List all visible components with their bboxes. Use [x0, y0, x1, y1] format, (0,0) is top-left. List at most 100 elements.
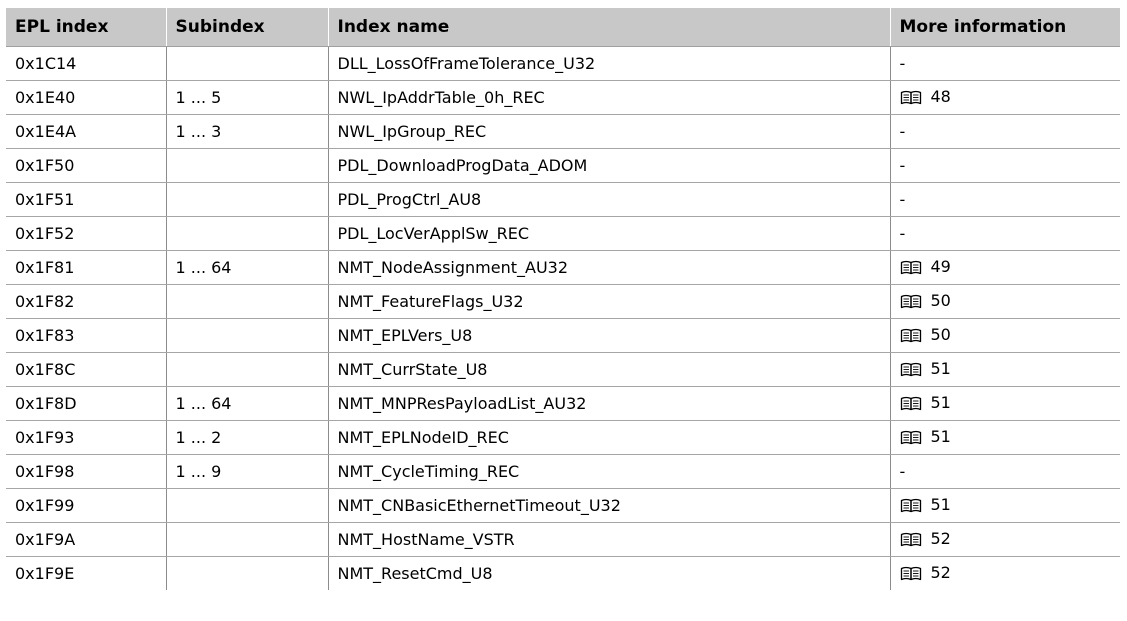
more-information-cell: 52	[889, 522, 1120, 557]
table-row: 0x1F9E NMT_ResetCmd_U8 52	[6, 556, 1120, 590]
epl-index-cell: 0x1C14	[6, 46, 166, 81]
book-icon	[900, 429, 922, 449]
table-row: 0x1F51 PDL_ProgCtrl_AU8-	[6, 182, 1120, 217]
table-row: 0x1F82 NMT_FeatureFlags_U32 50	[6, 284, 1120, 319]
subindex-cell: 1 ... 64	[165, 250, 328, 285]
book-icon	[900, 565, 922, 585]
index-name-cell: NMT_MNPResPayloadList_AU32	[327, 386, 890, 421]
table-row: 0x1F50 PDL_DownloadProgData_ADOM -	[6, 148, 1120, 183]
book-icon	[900, 327, 922, 347]
subindex-cell: 1 ... 64	[165, 386, 328, 421]
more-information-cell: -	[889, 148, 1120, 183]
epl-index-cell: 0x1F83	[6, 318, 166, 353]
book-icon	[900, 497, 922, 517]
epl-index-cell: 0x1F9A	[6, 522, 166, 557]
epl-index-cell: 0x1F99	[6, 488, 166, 523]
table-row: 0x1F52 PDL_LocVerApplSw_REC -	[6, 216, 1120, 251]
table-row: 0x1E4A 1 ... 3 NWL_IpGroup_REC -	[6, 114, 1120, 149]
index-name-cell: NMT_CurrState_U8	[327, 352, 890, 387]
epl-index-cell: 0x1F50	[6, 148, 166, 183]
index-name-cell: DLL_LossOfFrameTolerance_U32	[327, 46, 890, 81]
more-information-cell: 51	[889, 488, 1120, 523]
column-header-subindex: Subindex	[165, 8, 328, 47]
subindex-cell	[165, 216, 328, 251]
more-information-cell: 48	[889, 80, 1120, 115]
table-row: 0x1F81 1 ... 64 NMT_NodeAssignment_AU32 49	[6, 250, 1120, 285]
book-icon	[900, 293, 922, 313]
subindex-cell: 1 ... 5	[165, 80, 328, 115]
index-name-cell: PDL_LocVerApplSw_REC	[327, 216, 890, 251]
no-reference-text: -	[899, 122, 906, 141]
no-reference-text: -	[899, 54, 906, 73]
book-icon	[900, 395, 922, 415]
page-reference[interactable]: 51	[931, 427, 951, 446]
index-name-cell: NWL_IpGroup_REC	[327, 114, 890, 149]
page-reference[interactable]: 51	[931, 359, 951, 378]
subindex-cell	[165, 352, 328, 387]
more-information-cell: 50	[889, 284, 1120, 319]
epl-index-cell: 0x1F98	[6, 454, 166, 489]
page-reference[interactable]: 51	[931, 495, 951, 514]
subindex-cell	[165, 148, 328, 183]
index-name-cell: NMT_CNBasicEthernetTimeout_U32	[327, 488, 890, 523]
subindex-cell: 1 ... 3	[165, 114, 328, 149]
subindex-cell	[165, 46, 328, 81]
table-row: 0x1E40 1 ... 5 NWL_IpAddrTable_0h_REC 48	[6, 80, 1120, 115]
epl-index-cell: 0x1F8C	[6, 352, 166, 387]
more-information-cell: -	[889, 114, 1120, 149]
no-reference-text: -	[899, 224, 906, 243]
subindex-cell	[165, 182, 328, 217]
page-reference[interactable]: 50	[931, 325, 951, 344]
subindex-cell: 1 ... 9	[165, 454, 328, 489]
epl-index-cell: 0x1E40	[6, 80, 166, 115]
epl-index-cell: 0x1E4A	[6, 114, 166, 149]
epl-index-cell: 0x1F8D	[6, 386, 166, 421]
epl-index-cell: 0x1F9E	[15, 564, 75, 583]
index-name-cell: NMT_EPLNodeID_REC	[327, 420, 890, 455]
page-reference[interactable]: 51	[931, 393, 951, 412]
more-information-cell: -	[889, 454, 1120, 489]
subindex-cell: 1 ... 2	[165, 420, 328, 455]
epl-index-table: EPL index Subindex Index name More infor…	[6, 8, 1120, 590]
table-row: 0x1F98 1 ... 9 NMT_CycleTiming_REC -	[6, 454, 1120, 489]
table-row: 0x1F9A NMT_HostName_VSTR 52	[6, 522, 1120, 557]
table-header: EPL index Subindex Index name More infor…	[6, 8, 1120, 47]
index-name-cell: PDL_ProgCtrl_AU8	[327, 182, 890, 217]
header-row: EPL index Subindex Index name More infor…	[6, 8, 1120, 47]
page-reference[interactable]: 49	[931, 257, 951, 276]
index-name-cell: NMT_EPLVers_U8	[327, 318, 890, 353]
more-information-cell: -	[889, 182, 1120, 217]
index-name-cell: NMT_CycleTiming_REC	[327, 454, 890, 489]
book-icon	[900, 361, 922, 381]
more-information-cell: 52	[889, 556, 1120, 590]
table-row: 0x1F93 1 ... 2 NMT_EPLNodeID_REC 51	[6, 420, 1120, 455]
epl-index-cell: 0x1F93	[6, 420, 166, 455]
table-row: 0x1C14 DLL_LossOfFrameTolerance_U32-	[6, 46, 1120, 81]
more-information-cell: 49	[889, 250, 1120, 285]
more-information-cell: 51	[889, 420, 1120, 455]
column-header-more-information: More information	[889, 8, 1120, 47]
subindex-cell	[165, 318, 328, 353]
book-icon	[900, 531, 922, 551]
index-name-cell: PDL_DownloadProgData_ADOM	[327, 148, 890, 183]
page-reference[interactable]: 52	[931, 563, 951, 582]
epl-index-cell: 0x1F51	[6, 182, 166, 217]
table-row: 0x1F8C NMT_CurrState_U8 51	[6, 352, 1120, 387]
column-header-epl-index: EPL index	[6, 8, 166, 47]
more-information-cell: -	[889, 46, 1120, 81]
table-row: 0x1F83 NMT_EPLVers_U8 50	[6, 318, 1120, 353]
subindex-cell	[165, 522, 328, 557]
book-icon	[900, 89, 922, 109]
index-name-cell: NMT_ResetCmd_U8	[327, 556, 890, 590]
epl-index-cell: 0x1F81	[6, 250, 166, 285]
page-reference[interactable]: 52	[931, 529, 951, 548]
subindex-cell	[165, 488, 328, 523]
epl-index-cell: 0x1F52	[6, 216, 166, 251]
index-name-cell: NWL_IpAddrTable_0h_REC	[327, 80, 890, 115]
more-information-cell: 51	[889, 352, 1120, 387]
page-reference[interactable]: 48	[931, 87, 951, 106]
index-name-cell: NMT_HostName_VSTR	[327, 522, 890, 557]
book-icon	[900, 259, 922, 279]
no-reference-text: -	[899, 190, 906, 209]
page-reference[interactable]: 50	[931, 291, 951, 310]
